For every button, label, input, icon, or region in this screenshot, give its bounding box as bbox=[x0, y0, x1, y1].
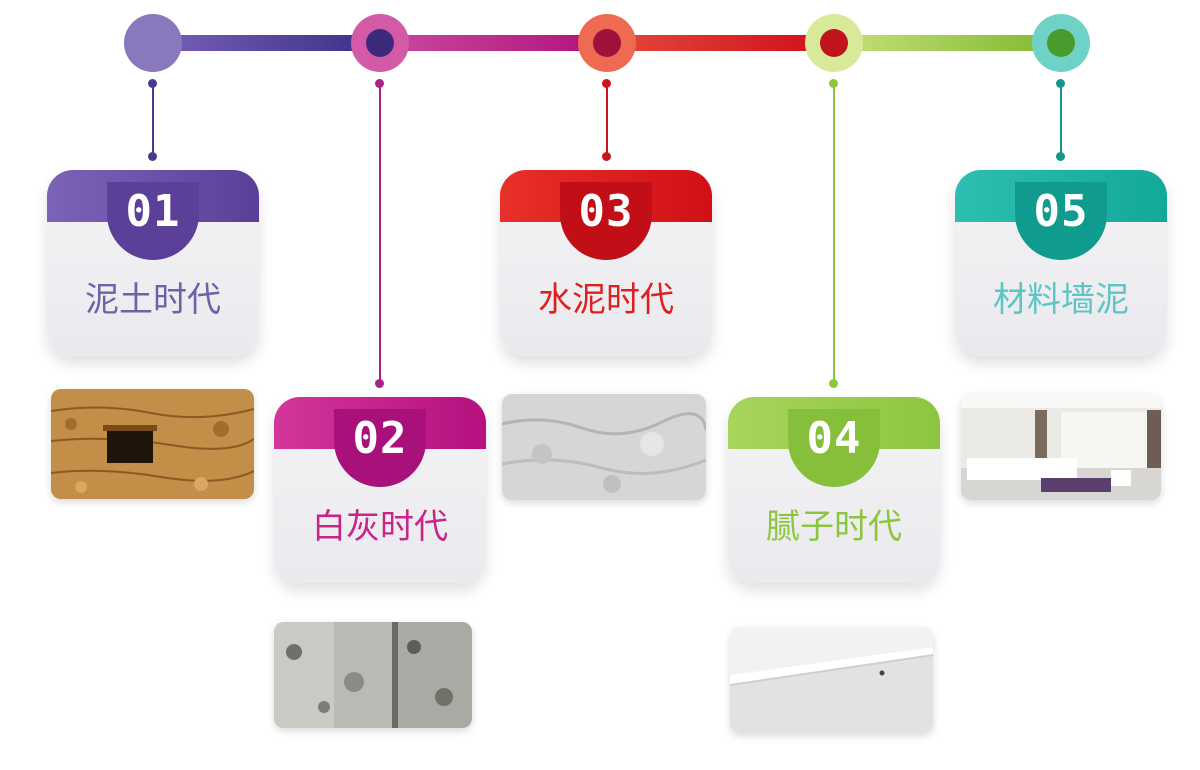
connector-3-top-dot bbox=[602, 79, 611, 88]
connector-3 bbox=[606, 82, 608, 156]
connector-1-bottom-dot bbox=[148, 152, 157, 161]
step-number: 02 bbox=[352, 413, 408, 464]
connector-1 bbox=[152, 82, 154, 156]
connector-5 bbox=[1060, 82, 1062, 156]
connector-4 bbox=[833, 82, 835, 384]
step-label: 材料墙泥 bbox=[993, 280, 1129, 320]
mud-wall-photo bbox=[51, 389, 254, 499]
connector-5-bottom-dot bbox=[1056, 152, 1065, 161]
cement-wall-photo bbox=[502, 394, 706, 500]
timeline-node-3-core bbox=[593, 29, 621, 57]
step-label: 白灰时代 bbox=[312, 507, 448, 547]
timeline-node-1 bbox=[124, 14, 182, 72]
connector-3-bottom-dot bbox=[602, 152, 611, 161]
step-number: 01 bbox=[125, 186, 181, 237]
step-number: 04 bbox=[806, 413, 862, 464]
connector-1-top-dot bbox=[148, 79, 157, 88]
putty-ceiling-photo bbox=[730, 627, 933, 733]
step-label: 腻子时代 bbox=[766, 507, 902, 547]
connector-4-bottom-dot bbox=[829, 379, 838, 388]
timeline-segment-1 bbox=[150, 35, 385, 51]
connector-2-top-dot bbox=[375, 79, 384, 88]
step-label: 水泥时代 bbox=[538, 280, 674, 320]
step-number: 03 bbox=[578, 186, 634, 237]
step-card-03: 03 水泥时代 bbox=[500, 170, 712, 356]
connector-2-bottom-dot bbox=[375, 379, 384, 388]
step-number: 05 bbox=[1033, 186, 1089, 237]
connector-4-top-dot bbox=[829, 79, 838, 88]
step-card-02: 02 白灰时代 bbox=[274, 397, 486, 583]
step-label: 泥土时代 bbox=[85, 280, 221, 320]
step-card-04: 04 腻子时代 bbox=[728, 397, 940, 583]
step-card-01: 01 泥土时代 bbox=[47, 170, 259, 356]
connector-5-top-dot bbox=[1056, 79, 1065, 88]
connector-2 bbox=[379, 82, 381, 384]
timeline-node-4-core bbox=[820, 29, 848, 57]
bedroom-photo bbox=[961, 394, 1161, 500]
step-card-05: 05 材料墙泥 bbox=[955, 170, 1167, 356]
timeline-node-5-core bbox=[1047, 29, 1075, 57]
timeline-node-2-core bbox=[366, 29, 394, 57]
lime-wall-photo bbox=[274, 622, 472, 728]
